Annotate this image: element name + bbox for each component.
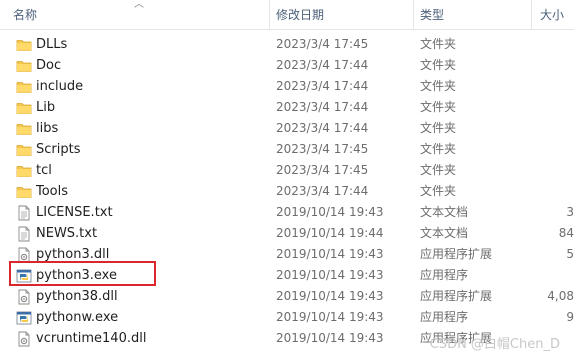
file-modified: 2019/10/14 19:43 xyxy=(276,331,384,345)
file-type: 文件夹 xyxy=(420,184,457,198)
highlight-box xyxy=(9,261,156,286)
file-row-tools[interactable]: Tools 2023/3/4 17:44 文件夹 xyxy=(0,181,574,202)
file-row-pythonw-exe[interactable]: pythonw.exe 2019/10/14 19:43 应用程序 9 xyxy=(0,307,574,328)
file-type: 文件夹 xyxy=(420,79,457,93)
file-type: 文本文档 xyxy=(420,226,469,240)
file-name: Lib xyxy=(36,100,56,115)
file-size: 3 xyxy=(566,205,574,219)
file-row-tcl[interactable]: tcl 2023/3/4 17:45 文件夹 xyxy=(0,160,574,181)
file-type: 应用程序 xyxy=(420,268,469,282)
file-modified: 2023/3/4 17:44 xyxy=(276,79,369,93)
file-modified: 2023/3/4 17:44 xyxy=(276,184,369,198)
file-type: 应用程序 xyxy=(420,310,469,324)
file-row-libs[interactable]: libs 2023/3/4 17:44 文件夹 xyxy=(0,118,574,139)
file-modified: 2023/3/4 17:44 xyxy=(276,121,369,135)
folder-icon xyxy=(16,142,32,158)
file-type: 文件夹 xyxy=(420,121,457,135)
file-size: 4,08 xyxy=(547,289,574,303)
file-modified: 2023/3/4 17:45 xyxy=(276,142,369,156)
file-size: 84 xyxy=(558,226,574,240)
folder-icon xyxy=(16,79,32,95)
file-modified: 2019/10/14 19:43 xyxy=(276,289,384,303)
file-row-dlls[interactable]: DLLs 2023/3/4 17:45 文件夹 xyxy=(0,34,574,55)
file-type: 文件夹 xyxy=(420,142,457,156)
file-type: 文件夹 xyxy=(420,58,457,72)
file-name: vcruntime140.dll xyxy=(36,331,147,346)
column-header-modified[interactable]: 修改日期 xyxy=(276,0,324,30)
folder-icon xyxy=(16,58,32,74)
column-divider[interactable] xyxy=(269,0,270,30)
file-row-doc[interactable]: Doc 2023/3/4 17:44 文件夹 xyxy=(0,55,574,76)
column-header-name[interactable]: 名称 xyxy=(13,0,37,30)
folder-icon xyxy=(16,163,32,179)
column-header-bar: ︿ 名称 修改日期 类型 大小 xyxy=(0,0,574,30)
file-modified: 2019/10/14 19:43 xyxy=(276,205,384,219)
text-file-icon xyxy=(16,226,32,242)
sort-ascending-icon: ︿ xyxy=(134,0,144,10)
file-type: 文件夹 xyxy=(420,163,457,177)
file-modified: 2023/3/4 17:44 xyxy=(276,58,369,72)
file-row-scripts[interactable]: Scripts 2023/3/4 17:45 文件夹 xyxy=(0,139,574,160)
file-name: python38.dll xyxy=(36,289,118,304)
file-type: 文本文档 xyxy=(420,205,469,219)
file-modified: 2019/10/14 19:43 xyxy=(276,247,384,261)
python-exe-icon xyxy=(16,310,32,326)
file-name: libs xyxy=(36,121,59,136)
folder-icon xyxy=(16,37,32,53)
file-name: Tools xyxy=(36,184,69,199)
file-row-license[interactable]: LICENSE.txt 2019/10/14 19:43 文本文档 3 xyxy=(0,202,574,223)
file-name: Doc xyxy=(36,58,62,73)
file-row-lib[interactable]: Lib 2023/3/4 17:44 文件夹 xyxy=(0,97,574,118)
column-header-size[interactable]: 大小 xyxy=(540,0,564,30)
watermark: CSDN @白帽Chen_D xyxy=(429,337,560,352)
file-name: pythonw.exe xyxy=(36,310,119,325)
file-type: 应用程序扩展 xyxy=(420,247,493,261)
file-row-include[interactable]: include 2023/3/4 17:44 文件夹 xyxy=(0,76,574,97)
file-name: LICENSE.txt xyxy=(36,205,113,220)
file-modified: 2019/10/14 19:44 xyxy=(276,226,384,240)
file-list: DLLs 2023/3/4 17:45 文件夹 Doc 2023/3/4 17:… xyxy=(0,34,574,349)
file-type: 文件夹 xyxy=(420,100,457,114)
column-header-type[interactable]: 类型 xyxy=(420,0,444,30)
text-file-icon xyxy=(16,205,32,221)
file-name: include xyxy=(36,79,84,94)
file-size: 9 xyxy=(566,310,574,324)
file-modified: 2019/10/14 19:43 xyxy=(276,268,384,282)
file-modified: 2023/3/4 17:44 xyxy=(276,100,369,114)
file-name: DLLs xyxy=(36,37,68,52)
dll-file-icon xyxy=(16,331,32,347)
column-divider[interactable] xyxy=(413,0,414,30)
folder-icon xyxy=(16,184,32,200)
file-modified: 2019/10/14 19:43 xyxy=(276,310,384,324)
folder-icon xyxy=(16,121,32,137)
file-row-python38-dll[interactable]: python38.dll 2019/10/14 19:43 应用程序扩展 4,0… xyxy=(0,286,574,307)
file-name: Scripts xyxy=(36,142,81,157)
file-size: 5 xyxy=(566,247,574,261)
file-type: 应用程序扩展 xyxy=(420,289,493,303)
folder-icon xyxy=(16,100,32,116)
file-row-news[interactable]: NEWS.txt 2019/10/14 19:44 文本文档 84 xyxy=(0,223,574,244)
file-name: NEWS.txt xyxy=(36,226,98,241)
file-name: tcl xyxy=(36,163,52,178)
column-divider[interactable] xyxy=(531,0,532,30)
file-modified: 2023/3/4 17:45 xyxy=(276,37,369,51)
dll-file-icon xyxy=(16,289,32,305)
file-type: 文件夹 xyxy=(420,37,457,51)
file-modified: 2023/3/4 17:45 xyxy=(276,163,369,177)
